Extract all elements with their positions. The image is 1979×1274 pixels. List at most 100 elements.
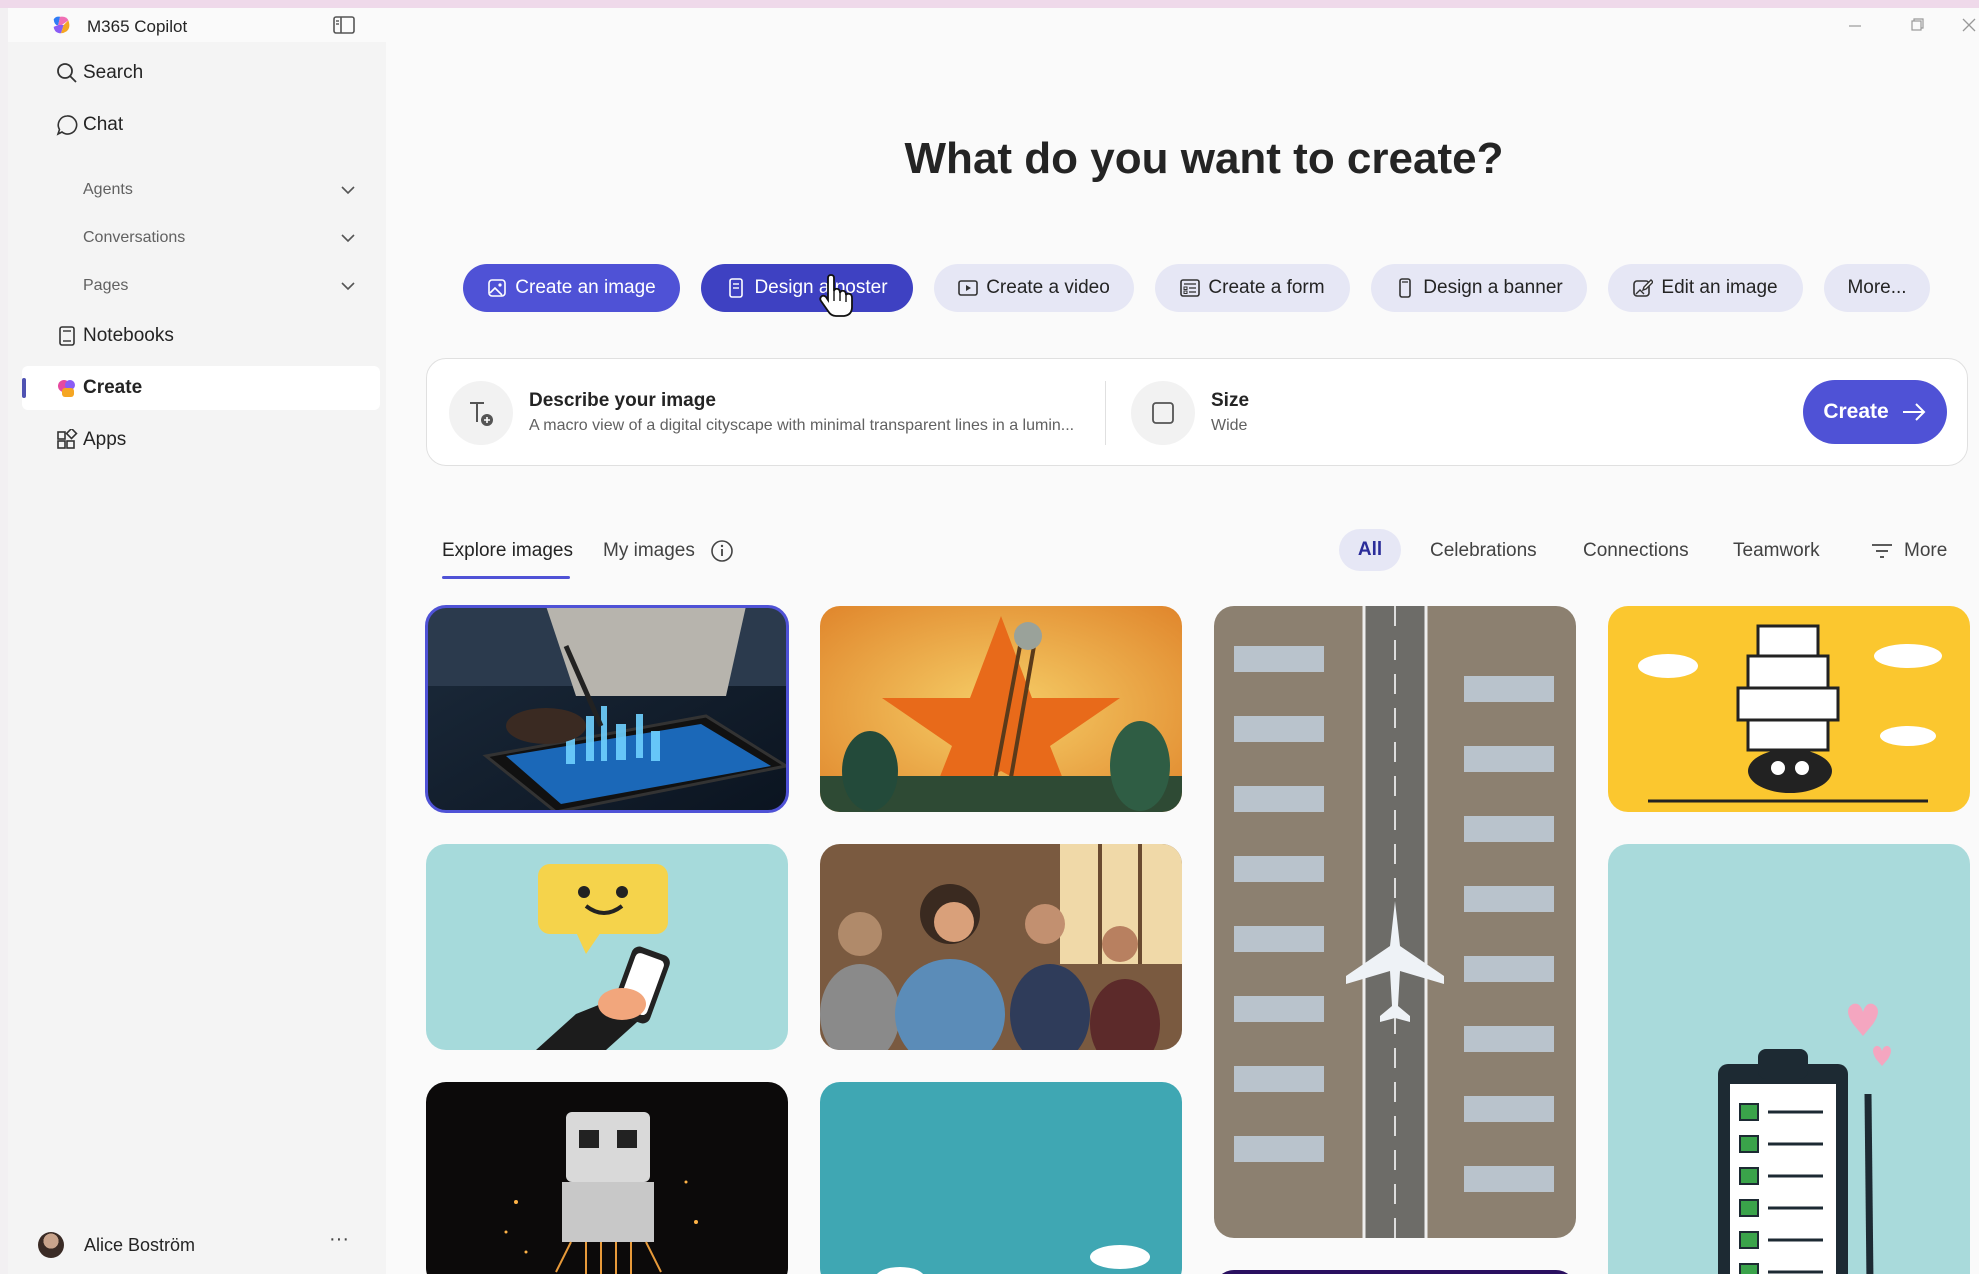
button-label: More...	[1847, 277, 1907, 298]
sidebar-item-pages[interactable]: Pages	[22, 266, 380, 306]
tab-underline	[442, 576, 570, 579]
close-icon[interactable]	[1954, 12, 1979, 38]
app-title: M365 Copilot	[87, 17, 188, 36]
size-value[interactable]: Wide	[1211, 417, 1247, 435]
image-card-purple[interactable]	[1214, 1270, 1576, 1274]
image-thumbnail	[820, 606, 1182, 812]
prompt-panel: Describe your image A macro view of a di…	[426, 358, 1968, 466]
image-card-stacked-boxes[interactable]	[1608, 606, 1970, 812]
chevron-down-icon	[341, 186, 355, 195]
tab-my-images[interactable]: My images	[603, 540, 695, 562]
divider	[1105, 381, 1106, 445]
sidebar-item-apps[interactable]: Apps	[22, 418, 380, 462]
image-card-clipboard-checklist[interactable]	[1608, 844, 1970, 1274]
chevron-down-icon	[341, 234, 355, 243]
minimize-icon[interactable]	[1840, 12, 1870, 38]
image-card-speech-bubble-phone[interactable]	[426, 844, 788, 1050]
sidebar-subitem-label: Conversations	[83, 229, 186, 246]
sidebar-item-label: Apps	[83, 429, 127, 450]
prompt-input[interactable]: A macro view of a digital cityscape with…	[529, 417, 1074, 435]
filter-teamwork[interactable]: Teamwork	[1733, 540, 1820, 562]
button-label: Edit an image	[1661, 277, 1778, 298]
filter-celebrations[interactable]: Celebrations	[1430, 540, 1537, 562]
sidebar-item-label: Notebooks	[83, 325, 174, 346]
button-label: Create a video	[986, 277, 1110, 298]
avatar	[38, 1232, 64, 1258]
image-card-star-ladder[interactable]	[820, 606, 1182, 812]
sidebar-item-notebooks[interactable]: Notebooks	[22, 314, 380, 358]
image-icon	[488, 279, 507, 297]
app-window: M365 Copilot Search Chat Agents Conversa…	[8, 8, 1979, 1274]
copilot-logo-icon	[53, 16, 70, 34]
sidebar-toggle-icon[interactable]	[332, 14, 356, 36]
prompt-title: Describe your image	[529, 390, 716, 411]
create-button[interactable]: Create	[1803, 380, 1947, 444]
sidebar-subitem-label: Pages	[83, 277, 129, 294]
form-icon	[1180, 279, 1201, 297]
sidebar-item-create[interactable]: Create	[22, 366, 380, 410]
edit-image-button[interactable]: Edit an image	[1608, 264, 1803, 312]
notebook-icon	[59, 326, 75, 346]
button-label: Design a banner	[1423, 277, 1563, 298]
image-card-audience-clapping[interactable]	[820, 844, 1182, 1050]
sidebar-item-chat[interactable]: Chat	[22, 103, 380, 147]
video-icon	[958, 280, 979, 296]
create-icon	[58, 380, 75, 397]
edit-image-icon	[1633, 279, 1654, 297]
create-form-button[interactable]: Create a form	[1155, 264, 1350, 312]
add-text-icon	[470, 402, 493, 426]
button-label: Create a form	[1208, 277, 1325, 298]
filter-label: All	[1357, 539, 1383, 560]
tab-explore-images[interactable]: Explore images	[442, 540, 573, 562]
sidebar-item-conversations[interactable]: Conversations	[22, 218, 380, 258]
text-prompt-icon-wrap	[449, 381, 513, 445]
more-options-button[interactable]: ···	[324, 1228, 354, 1258]
filter-icon	[1872, 544, 1892, 558]
filter-label: More	[1904, 540, 1948, 561]
image-thumbnail	[820, 844, 1182, 1050]
active-indicator	[22, 378, 26, 398]
sidebar: Search Chat Agents Conversations Pages N…	[8, 42, 386, 1274]
image-card-digital-city-tablet[interactable]	[425, 605, 789, 813]
size-selector[interactable]	[1131, 381, 1195, 445]
sidebar-item-label: Create	[83, 377, 143, 398]
image-card-airport-aerial[interactable]	[1214, 606, 1576, 1238]
sidebar-item-search[interactable]: Search	[22, 51, 380, 95]
button-label: Create an image	[515, 277, 656, 298]
apps-icon	[57, 429, 78, 449]
main-content: What do you want to create? Create an im…	[386, 42, 1979, 1274]
image-thumbnail	[820, 1082, 1182, 1274]
aspect-ratio-icon	[1152, 402, 1174, 424]
chat-icon	[56, 115, 78, 136]
create-button-label: Create	[1823, 400, 1889, 423]
user-profile[interactable]: Alice Boström ···	[38, 1224, 368, 1264]
sidebar-item-label: Search	[83, 62, 144, 83]
sidebar-item-agents[interactable]: Agents	[22, 170, 380, 210]
sidebar-subitem-label: Agents	[83, 181, 133, 198]
sidebar-item-label: Chat	[83, 114, 124, 135]
image-card-usb-circuit[interactable]	[426, 1082, 788, 1274]
image-thumbnail	[1214, 1270, 1576, 1274]
design-poster-button[interactable]: Design a poster	[701, 264, 913, 312]
chevron-down-icon	[341, 282, 355, 291]
arrow-right-icon	[1902, 403, 1926, 421]
image-thumbnail	[426, 1082, 788, 1274]
user-name: Alice Boström	[84, 1235, 196, 1255]
more-filters-button[interactable]: More	[1870, 536, 1947, 566]
window-top-edge	[0, 0, 1979, 8]
page-title: What do you want to create?	[904, 134, 1504, 183]
design-banner-button[interactable]: Design a banner	[1371, 264, 1587, 312]
image-thumbnail	[1214, 606, 1576, 1238]
filter-connections[interactable]: Connections	[1583, 540, 1689, 562]
image-thumbnail	[1608, 844, 1970, 1274]
image-card-teal-sky[interactable]	[820, 1082, 1182, 1274]
more-actions-button[interactable]: More...	[1824, 264, 1930, 312]
create-video-button[interactable]: Create a video	[934, 264, 1134, 312]
image-thumbnail	[426, 844, 788, 1050]
create-image-button[interactable]: Create an image	[463, 264, 680, 312]
restore-icon[interactable]	[1902, 12, 1932, 38]
image-thumbnail	[1608, 606, 1970, 812]
image-thumbnail	[426, 606, 788, 812]
filter-all[interactable]: All	[1339, 529, 1401, 571]
info-icon[interactable]	[710, 539, 734, 563]
